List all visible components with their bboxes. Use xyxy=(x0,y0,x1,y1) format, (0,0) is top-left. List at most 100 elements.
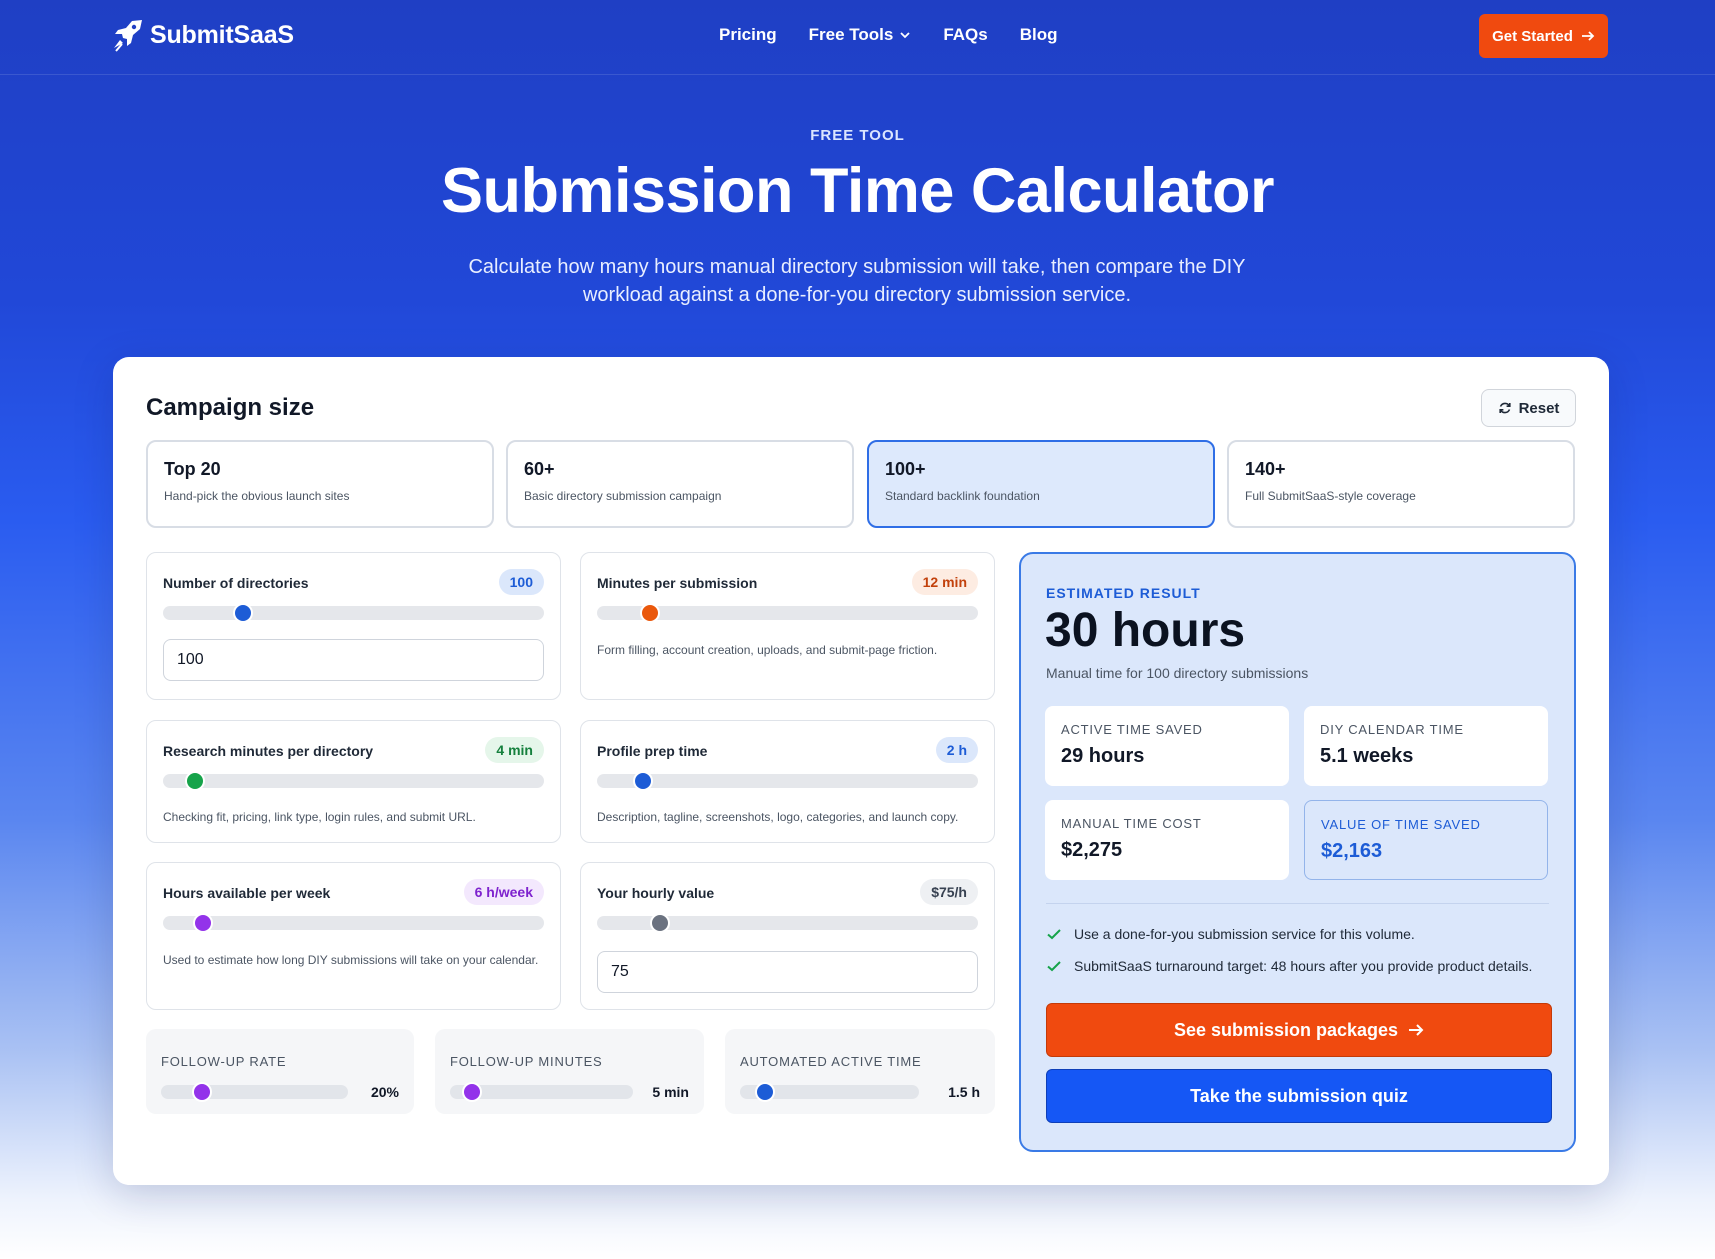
hero-eyebrow: FREE TOOL xyxy=(810,127,905,144)
stat-value-of-time-saved: VALUE OF TIME SAVED $2,163 xyxy=(1304,800,1548,880)
profile-help: Description, tagline, screenshots, logo,… xyxy=(597,810,959,824)
hours-week-help: Used to estimate how long DIY submission… xyxy=(163,953,539,967)
minutes-control: Minutes per submission 12 min Form filli… xyxy=(580,552,995,700)
profile-control: Profile prep time 2 h Description, tagli… xyxy=(580,720,995,843)
minutes-slider[interactable] xyxy=(597,605,978,621)
preset-100[interactable]: 100+ Standard backlink foundation xyxy=(867,440,1215,528)
slider-thumb[interactable] xyxy=(187,773,204,789)
reset-label: Reset xyxy=(1518,399,1560,417)
nav-links: Pricing Free Tools FAQs Blog xyxy=(719,25,1058,45)
recommendation-item: SubmitSaaS turnaround target: 48 hours a… xyxy=(1046,958,1532,974)
follow-up-minutes-slider[interactable] xyxy=(450,1084,633,1100)
nav-link-pricing[interactable]: Pricing xyxy=(719,25,777,45)
stat-value: 29 hours xyxy=(1061,745,1145,767)
stat-value: $2,275 xyxy=(1061,839,1123,861)
nav-link-free-tools[interactable]: Free Tools xyxy=(809,25,912,45)
page-title: Submission Time Calculator xyxy=(440,156,1275,226)
minutes-label: Minutes per submission xyxy=(597,575,758,591)
research-badge: 4 min xyxy=(485,737,544,763)
arrow-right-icon xyxy=(1409,1024,1424,1036)
profile-slider[interactable] xyxy=(597,773,978,789)
get-started-button[interactable]: Get Started xyxy=(1479,14,1608,58)
see-packages-label: See submission packages xyxy=(1173,1019,1399,1040)
stat-value: $2,163 xyxy=(1321,840,1383,862)
preset-desc: Standard backlink foundation xyxy=(885,489,1040,503)
automated-time-value: 1.5 h xyxy=(948,1084,980,1100)
hourly-label: Your hourly value xyxy=(597,885,715,901)
result-eyebrow: ESTIMATED RESULT xyxy=(1046,585,1201,601)
stat-label: MANUAL TIME COST xyxy=(1061,816,1202,831)
preset-title: 140+ xyxy=(1245,459,1286,479)
research-help: Checking fit, pricing, link type, login … xyxy=(163,810,476,824)
check-icon xyxy=(1047,961,1061,972)
preset-top-20[interactable]: Top 20 Hand-pick the obvious launch site… xyxy=(146,440,494,528)
hours-week-slider[interactable] xyxy=(163,915,544,931)
research-slider[interactable] xyxy=(163,773,544,789)
automated-time-label: AUTOMATED ACTIVE TIME xyxy=(740,1054,922,1069)
result-panel: ESTIMATED RESULT 30 hours Manual time fo… xyxy=(1019,552,1576,1152)
hours-week-badge: 6 h/week xyxy=(463,879,544,905)
nav-link-faqs[interactable]: FAQs xyxy=(943,25,987,45)
rocket-logo-icon xyxy=(114,20,142,52)
hourly-input[interactable]: 75 xyxy=(597,951,978,993)
follow-up-minutes-control: FOLLOW-UP MINUTES 5 min xyxy=(435,1029,704,1114)
take-quiz-label: Take the submission quiz xyxy=(1190,1085,1408,1106)
directories-slider[interactable] xyxy=(163,605,544,621)
hours-week-label: Hours available per week xyxy=(163,885,331,901)
stat-value: 5.1 weeks xyxy=(1320,745,1414,767)
recommendation-text: Use a done-for-you submission service fo… xyxy=(1074,926,1415,942)
profile-label: Profile prep time xyxy=(597,743,708,759)
stat-manual-time-cost: MANUAL TIME COST $2,275 xyxy=(1045,800,1289,880)
slider-thumb[interactable] xyxy=(642,605,659,621)
profile-badge: 2 h xyxy=(935,737,978,763)
preset-140[interactable]: 140+ Full SubmitSaaS-style coverage xyxy=(1227,440,1575,528)
hours-week-control: Hours available per week 6 h/week Used t… xyxy=(146,862,561,1010)
recommendation-text: SubmitSaaS turnaround target: 48 hours a… xyxy=(1074,958,1533,974)
see-packages-button[interactable]: See submission packages xyxy=(1046,1003,1552,1057)
logo[interactable]: SubmitSaaS xyxy=(112,18,294,52)
preset-title: Top 20 xyxy=(164,459,221,479)
hourly-slider[interactable] xyxy=(597,915,978,931)
hourly-badge: $75/h xyxy=(920,879,978,905)
slider-thumb[interactable] xyxy=(757,1084,774,1100)
directories-badge: 100 xyxy=(498,569,544,595)
nav-link-free-tools-label: Free Tools xyxy=(808,25,894,44)
follow-up-rate-control: FOLLOW-UP RATE 20% xyxy=(146,1029,414,1114)
slider-thumb[interactable] xyxy=(651,915,668,931)
slider-thumb[interactable] xyxy=(634,773,651,789)
slider-thumb[interactable] xyxy=(195,915,211,931)
stat-label: DIY CALENDAR TIME xyxy=(1320,722,1464,737)
stat-diy-calendar-time: DIY CALENDAR TIME 5.1 weeks xyxy=(1304,706,1548,786)
result-headline: 30 hours xyxy=(1045,604,1246,657)
stat-active-time-saved: ACTIVE TIME SAVED 29 hours xyxy=(1045,706,1289,786)
hourly-control: Your hourly value $75/h 75 xyxy=(580,862,995,1010)
campaign-size-title: Campaign size xyxy=(146,394,315,421)
recommendation-item: Use a done-for-you submission service fo… xyxy=(1046,926,1415,942)
get-started-label: Get Started xyxy=(1492,27,1573,45)
slider-thumb[interactable] xyxy=(463,1084,480,1100)
nav-link-blog[interactable]: Blog xyxy=(1020,25,1058,45)
result-subtitle: Manual time for 100 directory submission… xyxy=(1046,665,1309,681)
hero-subtitle: Calculate how many hours manual director… xyxy=(468,256,1246,306)
preset-title: 60+ xyxy=(524,459,555,479)
automated-time-control: AUTOMATED ACTIVE TIME 1.5 h xyxy=(725,1029,995,1114)
automated-time-slider[interactable] xyxy=(740,1084,919,1100)
calculator-card: Campaign size Reset Top 20 Hand-pick the… xyxy=(113,357,1609,1185)
chevron-down-icon xyxy=(900,32,910,39)
directories-input[interactable]: 100 xyxy=(163,639,544,681)
preset-60[interactable]: 60+ Basic directory submission campaign xyxy=(506,440,854,528)
preset-desc: Full SubmitSaaS-style coverage xyxy=(1245,489,1416,503)
follow-up-minutes-value: 5 min xyxy=(652,1084,689,1100)
slider-thumb[interactable] xyxy=(194,1084,211,1100)
preset-desc: Hand-pick the obvious launch sites xyxy=(164,489,350,503)
research-control: Research minutes per directory 4 min Che… xyxy=(146,720,561,843)
follow-up-rate-slider[interactable] xyxy=(161,1084,348,1100)
stat-label: ACTIVE TIME SAVED xyxy=(1061,722,1203,737)
take-quiz-button[interactable]: Take the submission quiz xyxy=(1046,1069,1552,1123)
follow-up-rate-value: 20% xyxy=(370,1084,399,1100)
minutes-badge: 12 min xyxy=(911,569,978,595)
slider-thumb[interactable] xyxy=(235,605,251,621)
research-label: Research minutes per directory xyxy=(163,743,374,759)
reset-button[interactable]: Reset xyxy=(1481,389,1576,427)
preset-title: 100+ xyxy=(885,459,926,479)
